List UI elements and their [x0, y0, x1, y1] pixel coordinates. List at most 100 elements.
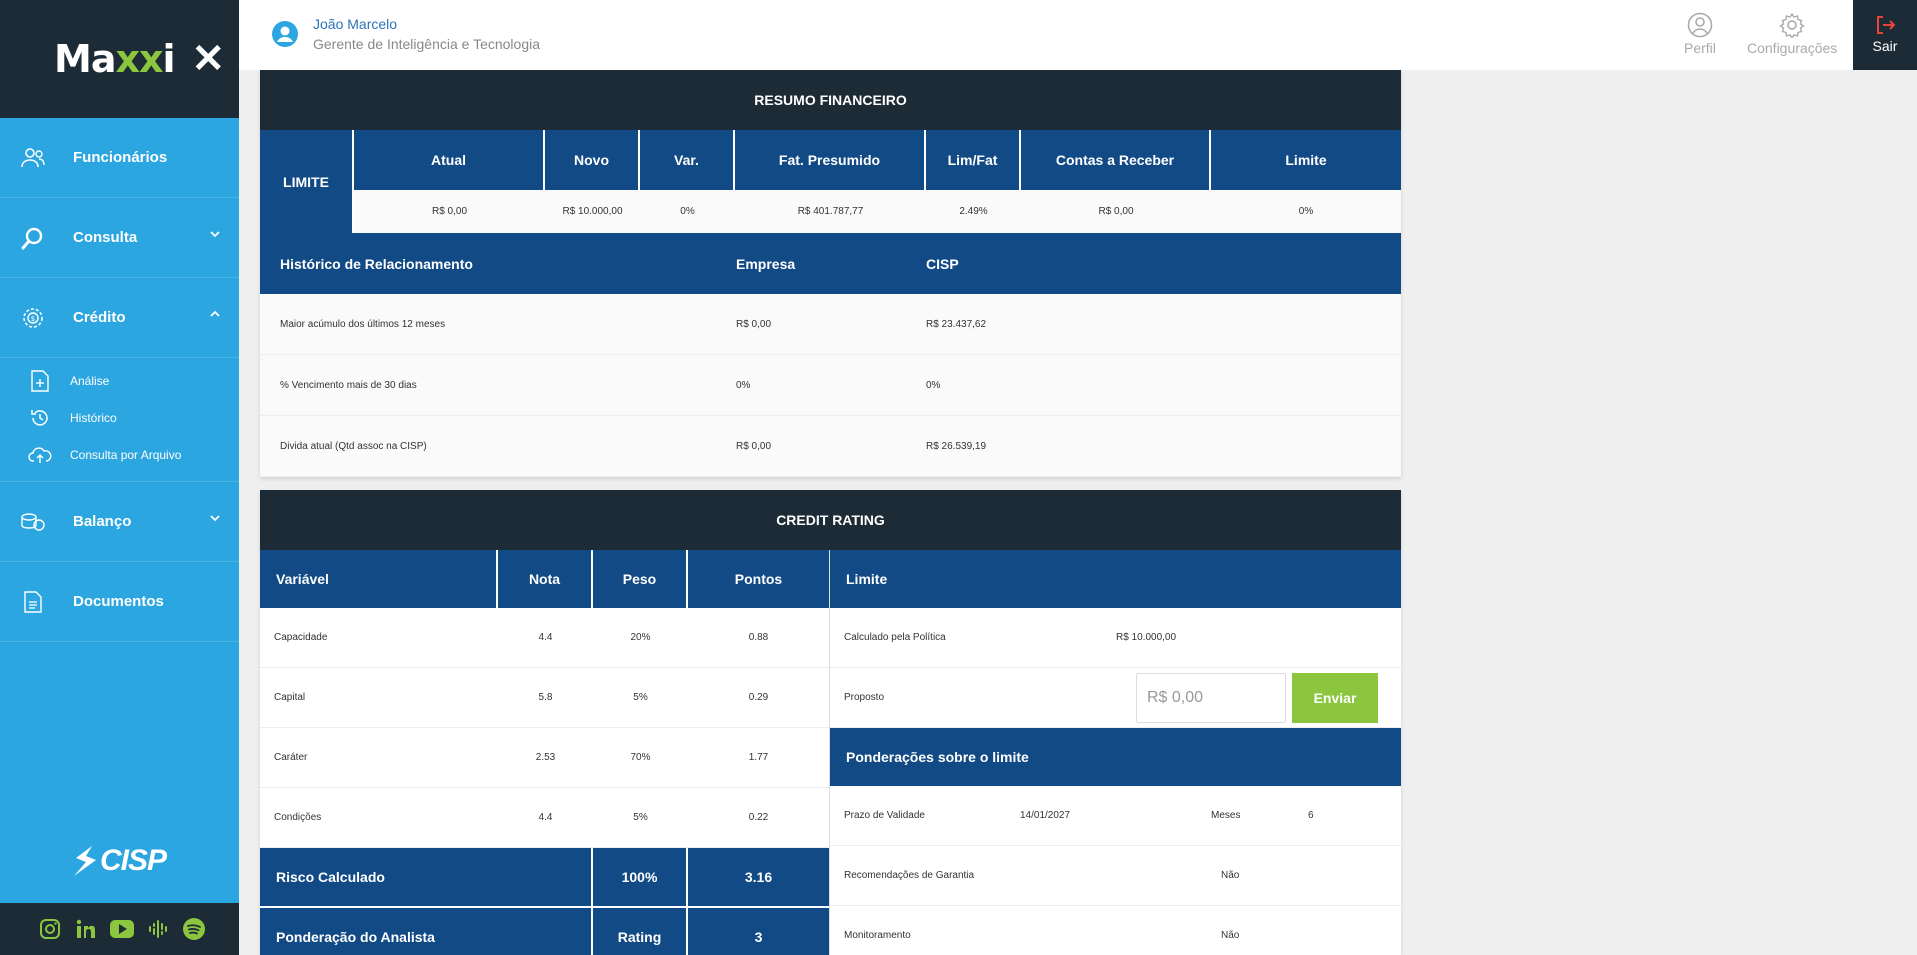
youtube-icon[interactable] — [108, 915, 136, 943]
limite-label: LIMITE — [260, 130, 354, 233]
credito-subnav: Análise Histórico Consulta por Arquivo — [0, 358, 239, 482]
col-header: Contas a Receber — [1021, 130, 1211, 190]
user-name: João Marcelo — [313, 16, 398, 32]
resumo-title: RESUMO FINANCEIRO — [260, 70, 1401, 130]
cell-value: R$ 0,00 — [1098, 206, 1134, 217]
table-row: Capacidade 4.4 20% 0.88 — [260, 608, 829, 668]
limite-header: Limite — [830, 550, 1401, 608]
gear-money-icon: $ — [20, 305, 46, 331]
instagram-icon[interactable] — [36, 915, 64, 943]
ponderacoes-header: Ponderações sobre o limite — [830, 728, 1401, 786]
chevron-down-icon — [210, 231, 220, 238]
credit-rating-title: CREDIT RATING — [260, 490, 1401, 550]
exit-button[interactable]: Sair — [1853, 0, 1917, 70]
cloud-upload-icon — [28, 443, 52, 467]
historico-title: Histórico de Relacionamento — [280, 255, 473, 272]
sidebar-subitem-historico[interactable]: Histórico — [0, 399, 239, 436]
user-role: Gerente de Inteligência e Tecnologia — [313, 36, 541, 52]
sidebar-item-credito[interactable]: $ Crédito — [0, 278, 239, 358]
close-menu-icon[interactable]: ✕ — [191, 39, 225, 79]
historico-col-cisp: CISP — [926, 255, 959, 272]
spotify-icon[interactable] — [180, 915, 208, 943]
col-header: Var. — [640, 130, 735, 190]
gear-icon — [1779, 12, 1805, 38]
profile-icon — [1687, 12, 1713, 38]
podcast-icon[interactable] — [144, 915, 172, 943]
sidebar: Maxxi ✕ Funcionários Consulta $ Crédito … — [0, 0, 239, 955]
settings-button[interactable]: Configurações — [1747, 12, 1837, 56]
proposto-row: Proposto R$ 0,00 Enviar — [830, 668, 1401, 728]
cell-value: 2.49% — [959, 206, 988, 217]
table-row: Capital 5.8 5% 0.29 — [260, 668, 829, 728]
variaveis-header: Variável Nota Peso Pontos — [260, 550, 829, 608]
search-icon — [20, 225, 46, 251]
sidebar-item-label: Balanço — [73, 513, 132, 530]
user-avatar-icon — [272, 21, 298, 47]
sidebar-item-balanco[interactable]: Balanço — [0, 482, 239, 562]
sidebar-item-funcionarios[interactable]: Funcionários — [0, 118, 239, 198]
user-info: João Marcelo Gerente de Inteligência e T… — [271, 16, 540, 52]
limite-section: Limite Calculado pela Política R$ 10.000… — [830, 550, 1401, 955]
proposto-input[interactable]: R$ 0,00 — [1136, 672, 1286, 723]
garantia-row: Recomendações de Garantia Não — [830, 846, 1401, 906]
file-plus-icon — [28, 369, 52, 393]
historico-col-empresa: Empresa — [736, 255, 796, 272]
document-icon — [20, 589, 46, 615]
risco-calculado-row: Risco Calculado 100% 3.16 — [260, 848, 829, 908]
col-header: Fat. Presumido — [735, 130, 926, 190]
sidebar-subitem-analise[interactable]: Análise — [0, 362, 239, 399]
cisp-mark-icon — [74, 846, 96, 876]
linkedin-icon[interactable] — [72, 915, 100, 943]
calculado-row: Calculado pela Política R$ 10.000,00 — [830, 608, 1401, 668]
sidebar-item-documentos[interactable]: Documentos — [0, 562, 239, 642]
settings-label: Configurações — [1747, 40, 1838, 56]
coins-icon — [20, 509, 46, 535]
table-row: Condições 4.4 5% 0.22 — [260, 788, 829, 848]
sidebar-item-label: Funcionários — [73, 149, 168, 166]
limite-header-row: Atual Novo Var. Fat. Presumido Lim/Fat C… — [354, 130, 1401, 190]
cisp-logo: CISP — [70, 844, 167, 878]
cell-value: 0% — [1298, 206, 1314, 217]
col-header: Limite — [1285, 152, 1327, 168]
cell-value: 0% — [680, 206, 695, 217]
credit-rating-grid: Variável Nota Peso Pontos Capacidade 4.4… — [260, 550, 1401, 955]
chevron-up-icon — [210, 310, 220, 317]
ponderacao-analista-row: Ponderação do Analista Rating 3 — [260, 908, 829, 955]
sidebar-item-label: Consulta — [73, 229, 138, 246]
col-header: Lim/Fat — [926, 130, 1021, 190]
users-icon — [20, 145, 46, 171]
credit-rating-panel: CREDIT RATING Variável Nota Peso Pontos … — [260, 490, 1401, 955]
sidebar-nav: Funcionários Consulta $ Crédito — [0, 118, 239, 358]
enviar-button[interactable]: Enviar — [1292, 672, 1378, 723]
sidebar-subitem-consulta-arquivo[interactable]: Consulta por Arquivo — [0, 436, 239, 473]
topbar: João Marcelo Gerente de Inteligência e T… — [239, 0, 1917, 70]
table-row: Maior acúmulo dos últimos 12 meses R$ 0,… — [260, 294, 1401, 355]
historico-header: Histórico de Relacionamento Empresa CISP — [260, 233, 1401, 294]
col-header: Atual — [354, 130, 545, 190]
profile-button[interactable]: Perfil — [1684, 12, 1716, 56]
sidebar-item-consulta[interactable]: Consulta — [0, 198, 239, 278]
maxxi-logo: Maxxi — [54, 37, 176, 81]
profile-label: Perfil — [1684, 40, 1716, 56]
logout-icon — [1877, 16, 1896, 34]
cell-value: R$ 10.000,00 — [562, 206, 623, 217]
sidebar-item-label: Documentos — [73, 593, 164, 610]
history-icon — [28, 406, 52, 430]
exit-label: Sair — [1872, 38, 1898, 54]
sidebar-subitem-label: Análise — [70, 373, 110, 388]
limite-values-row: R$ 0,00 R$ 10.000,00 0% R$ 401.787,77 2.… — [354, 190, 1401, 233]
table-row: Caráter 2.53 70% 1.77 — [260, 728, 829, 788]
sidebar-subitem-label: Consulta por Arquivo — [70, 447, 182, 462]
resumo-financeiro-panel: RESUMO FINANCEIRO LIMITE Atual Novo Var.… — [260, 70, 1401, 477]
prazo-row: Prazo de Validade 14/01/2027 Meses 6 — [830, 786, 1401, 846]
sidebar-nav-lower: Balanço Documentos — [0, 482, 239, 642]
cell-value: R$ 401.787,77 — [797, 206, 864, 217]
sidebar-subitem-label: Histórico — [70, 410, 117, 425]
chevron-down-icon — [210, 515, 220, 522]
table-row: % Vencimento mais de 30 dias 0% 0% — [260, 355, 1401, 416]
sidebar-item-label: Crédito — [73, 309, 126, 326]
cell-value: R$ 0,00 — [431, 206, 468, 217]
limite-table: LIMITE Atual Novo Var. Fat. Presumido Li… — [260, 130, 1401, 233]
table-row: Divida atual (Qtd assoc na CISP) R$ 0,00… — [260, 416, 1401, 477]
monitoramento-row: Monitoramento Não — [830, 906, 1401, 955]
